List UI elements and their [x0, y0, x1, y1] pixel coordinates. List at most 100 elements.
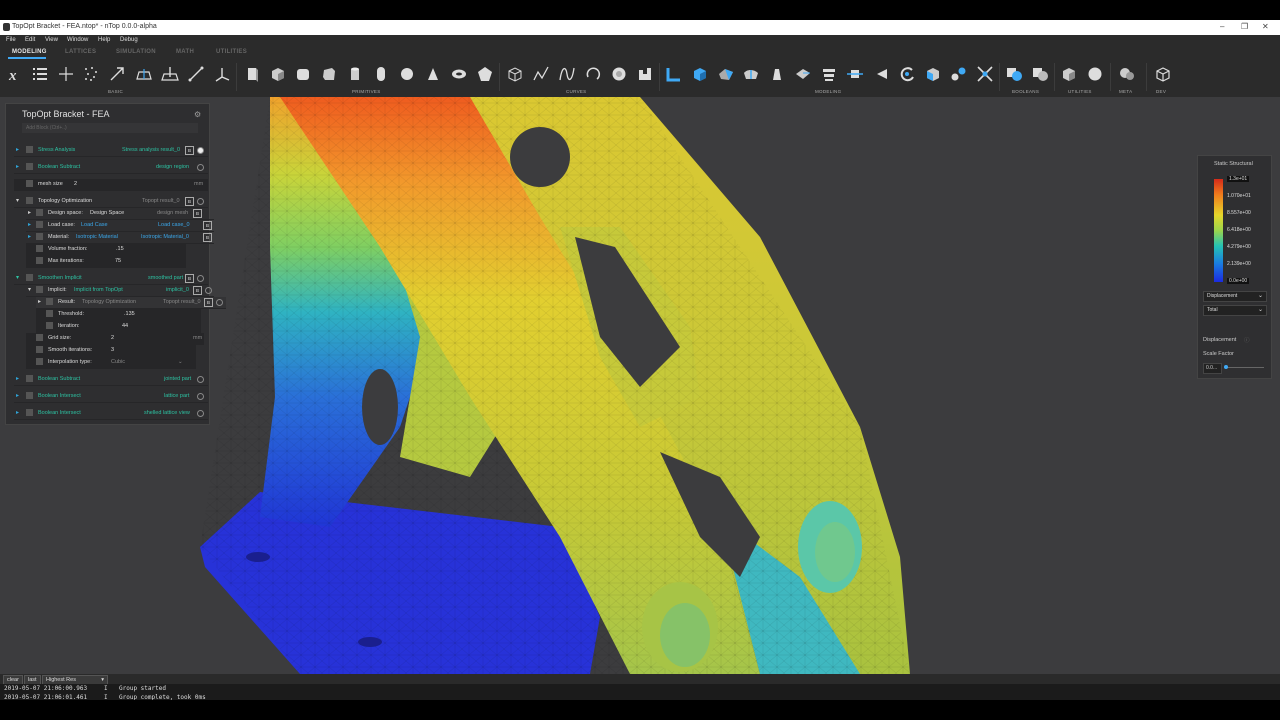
point-cloud-icon[interactable]: [82, 65, 100, 83]
block-boolean-subtract[interactable]: ▸ Boolean Subtract jointed part: [14, 374, 208, 386]
block-icon[interactable]: [243, 65, 261, 83]
input-value[interactable]: Cubic: [111, 359, 125, 365]
input-value[interactable]: 75: [115, 258, 121, 264]
vector-icon[interactable]: [108, 65, 126, 83]
cylinder-icon[interactable]: [346, 65, 364, 83]
input-value[interactable]: Isotropic Material: [76, 234, 118, 240]
shell-icon[interactable]: [794, 65, 812, 83]
extrude-icon[interactable]: [691, 65, 709, 83]
input-design-space[interactable]: ▸ Design space: Design Space design mesh…: [26, 208, 214, 220]
block-stress-analysis[interactable]: ▸ Stress Analysis Stress analysis result…: [14, 145, 208, 157]
visibility-icon[interactable]: [197, 164, 204, 171]
input-material[interactable]: ▸ Material: Isotropic Material Isotropic…: [26, 232, 214, 244]
scale-factor-input[interactable]: 0.0...: [1203, 363, 1222, 374]
input-value[interactable]: Load Case: [81, 222, 108, 228]
scale-slider-track[interactable]: [1224, 367, 1264, 368]
visibility-icon[interactable]: [197, 147, 204, 154]
badge[interactable]: B: [193, 286, 202, 295]
block-topology-optimization[interactable]: ▾ Topology Optimization Topopt result_0 …: [14, 196, 208, 208]
wire-box-icon[interactable]: [506, 65, 524, 83]
boolean-subtract-icon[interactable]: [1031, 65, 1049, 83]
expand-arrow-icon[interactable]: ▸: [16, 163, 19, 170]
sweep-icon[interactable]: [768, 65, 786, 83]
expand-arrow-icon[interactable]: ▸: [28, 233, 31, 240]
expand-arrow-icon[interactable]: ▸: [28, 209, 31, 216]
tab-modeling[interactable]: MODELING: [12, 49, 47, 55]
circle-icon[interactable]: [610, 65, 628, 83]
chevron-down-icon[interactable]: ⌄: [178, 359, 183, 365]
block-smoothen-implicit[interactable]: ▾ Smoothen Implicit smoothed part B: [14, 273, 208, 285]
component-select[interactable]: Total ⌄: [1203, 305, 1267, 316]
info-icon[interactable]: ⓘ: [1244, 336, 1250, 344]
badge[interactable]: B: [185, 274, 194, 283]
badge[interactable]: B: [203, 221, 212, 230]
utilities-sphere-icon[interactable]: [1086, 65, 1104, 83]
torus-icon[interactable]: [450, 65, 468, 83]
add-block-search[interactable]: Add Block (Ctrl+..): [22, 123, 198, 133]
input-value[interactable]: .135: [124, 311, 135, 317]
input-value[interactable]: Implicit from TopOpt: [74, 287, 123, 293]
collapse-arrow-icon[interactable]: ▾: [28, 286, 31, 293]
gear-icon[interactable]: ⚙: [194, 110, 201, 119]
block-boolean-intersect[interactable]: ▸ Boolean Intersect shelled lattice view: [14, 408, 208, 420]
input-value[interactable]: 44: [122, 323, 128, 329]
boolean-union-icon[interactable]: [1005, 65, 1023, 83]
transform-icon[interactable]: [846, 65, 864, 83]
cone-icon[interactable]: [424, 65, 442, 83]
box-icon[interactable]: [269, 65, 287, 83]
input-value[interactable]: .15: [116, 246, 124, 252]
input-smooth-iterations[interactable]: Smooth iterations: 3: [26, 345, 196, 357]
menu-window[interactable]: Window: [67, 37, 88, 43]
list-icon[interactable]: [31, 65, 49, 83]
input-grid-size[interactable]: Grid size: 2 mm: [26, 333, 204, 345]
minimize-icon[interactable]: –: [1220, 22, 1224, 31]
offset-icon[interactable]: [872, 65, 890, 83]
input-volume-fraction[interactable]: Volume fraction: .15: [26, 244, 186, 256]
expand-arrow-icon[interactable]: ▸: [16, 392, 19, 399]
input-interpolation-type[interactable]: Interpolation type: Cubic ⌄: [26, 357, 196, 369]
close-icon[interactable]: ✕: [1262, 22, 1269, 31]
visibility-icon[interactable]: [197, 376, 204, 383]
collapse-arrow-icon[interactable]: ▾: [16, 274, 19, 281]
rotate-icon[interactable]: [898, 65, 916, 83]
expand-arrow-icon[interactable]: ▸: [16, 409, 19, 416]
menu-view[interactable]: View: [45, 37, 58, 43]
point-icon[interactable]: [57, 65, 75, 83]
remap-icon[interactable]: [976, 65, 994, 83]
badge[interactable]: B: [185, 146, 194, 155]
pattern-icon[interactable]: [950, 65, 968, 83]
variable-icon[interactable]: x: [6, 65, 24, 83]
visibility-icon[interactable]: [197, 275, 204, 282]
spline-icon[interactable]: [558, 65, 576, 83]
profile-icon[interactable]: [636, 65, 654, 83]
tab-lattices[interactable]: LATTICES: [65, 49, 96, 55]
expand-arrow-icon[interactable]: ▸: [16, 375, 19, 382]
thicken-icon[interactable]: [665, 65, 683, 83]
revolve-icon[interactable]: [742, 65, 760, 83]
sphere-icon[interactable]: [398, 65, 416, 83]
expand-arrow-icon[interactable]: ▸: [38, 298, 41, 305]
input-value[interactable]: Design Space: [90, 210, 124, 216]
collapse-arrow-icon[interactable]: ▾: [16, 197, 19, 204]
rounded-box-icon[interactable]: [294, 65, 312, 83]
line-segment-icon[interactable]: [187, 65, 205, 83]
capsule-icon[interactable]: [372, 65, 390, 83]
visibility-icon[interactable]: [216, 299, 223, 306]
badge[interactable]: B: [203, 233, 212, 242]
plane-icon[interactable]: [135, 65, 153, 83]
input-iteration[interactable]: Iteration: 44: [36, 321, 201, 333]
result-type-select[interactable]: Displacement ⌄: [1203, 291, 1267, 302]
utilities-box-icon[interactable]: [1060, 65, 1078, 83]
stack-icon[interactable]: [820, 65, 838, 83]
visibility-icon[interactable]: [205, 287, 212, 294]
dev-icon[interactable]: [1154, 65, 1172, 83]
meta-icon[interactable]: [1118, 65, 1136, 83]
polygon-icon[interactable]: [476, 65, 494, 83]
visibility-icon[interactable]: [197, 393, 204, 400]
coordinate-system-icon[interactable]: [213, 65, 231, 83]
frame-icon[interactable]: [161, 65, 179, 83]
input-threshold[interactable]: Threshold: .135: [36, 309, 201, 321]
input-implicit[interactable]: ▾ Implicit: Implicit from TopOpt implici…: [26, 285, 214, 297]
input-load-case[interactable]: ▸ Load case: Load Case Load case_0 B: [26, 220, 214, 232]
badge[interactable]: B: [193, 209, 202, 218]
